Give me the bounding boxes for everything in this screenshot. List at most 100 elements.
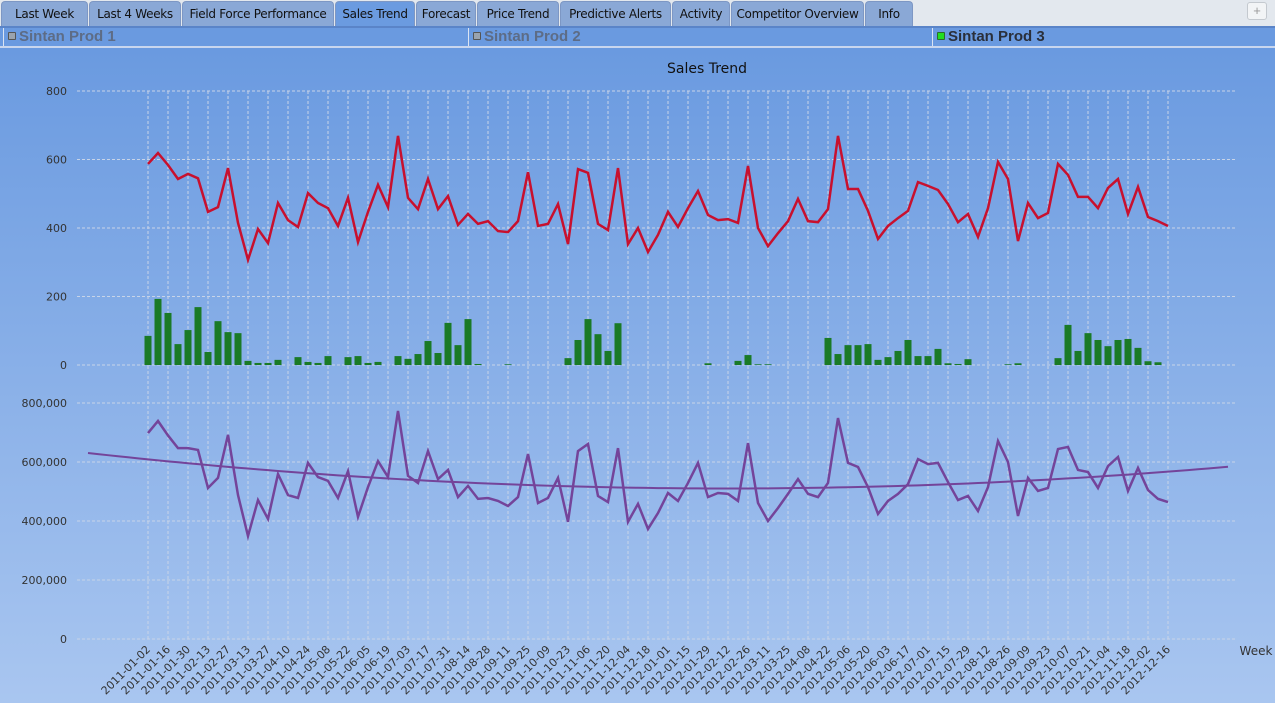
checkbox-icon — [8, 32, 16, 40]
chart-title: Sales Trend — [667, 61, 747, 77]
bar — [564, 358, 572, 365]
bar — [1134, 347, 1142, 365]
bar — [854, 345, 862, 365]
bar — [454, 345, 462, 365]
bar — [1104, 346, 1112, 365]
bar — [434, 353, 442, 365]
checkbox-icon — [937, 32, 945, 40]
bar — [894, 350, 902, 365]
bar — [164, 312, 172, 365]
tab-info[interactable]: Info — [865, 1, 913, 26]
bar — [1114, 339, 1122, 365]
bar — [934, 348, 942, 365]
bar — [214, 321, 222, 365]
tab-last-4-weeks[interactable]: Last 4 Weeks — [89, 1, 181, 26]
bar — [424, 341, 432, 365]
units-line — [147, 135, 1169, 265]
product-item-1[interactable]: Sintan Prod 1 — [3, 28, 468, 46]
bar — [294, 357, 302, 365]
bar — [1124, 338, 1132, 365]
bar — [1154, 362, 1162, 365]
tab-forecast[interactable]: Forecast — [416, 1, 476, 26]
bar — [904, 339, 912, 365]
bar — [344, 357, 352, 365]
bar — [244, 360, 252, 365]
product-label: Sintan Prod 2 — [484, 28, 581, 45]
bar — [474, 363, 482, 365]
bar — [594, 334, 602, 365]
bar — [754, 364, 762, 365]
bar — [704, 363, 712, 365]
bar — [574, 339, 582, 365]
y-tick-label: 200,000 — [22, 574, 68, 587]
y-tick-label: 800 — [46, 85, 67, 98]
bar — [264, 362, 272, 365]
bar — [614, 323, 622, 365]
bar — [204, 351, 212, 365]
bar — [764, 364, 772, 365]
tab-predictive-alerts[interactable]: Predictive Alerts — [560, 1, 671, 26]
add-tab-button[interactable]: + — [1247, 2, 1267, 20]
tab-price-trend[interactable]: Price Trend — [477, 1, 559, 26]
tab-last-week[interactable]: Last Week — [1, 1, 88, 26]
y-tick-label: 400,000 — [22, 515, 68, 528]
bar — [1074, 350, 1082, 365]
bar — [154, 298, 162, 365]
bar — [914, 356, 922, 365]
product-label: Sintan Prod 3 — [948, 28, 1045, 45]
bar — [874, 359, 882, 365]
bar — [1144, 361, 1152, 365]
tab-competitor-overview[interactable]: Competitor Overview — [731, 1, 864, 26]
chart-area: Week 0 200 400 600 800 0 200,000 400,000 600,000… — [0, 48, 1275, 703]
bar — [354, 356, 362, 365]
bar — [584, 319, 592, 365]
bar — [1094, 339, 1102, 365]
bar — [394, 356, 402, 365]
tab-bar: Last Week Last 4 Weeks Field Force Perform… — [0, 0, 1275, 26]
bar — [234, 333, 242, 365]
y-tick-label: 0 — [60, 633, 67, 646]
bar — [144, 335, 152, 365]
bar — [174, 344, 182, 365]
bar — [734, 360, 742, 365]
bar — [184, 330, 192, 365]
y-tick-label: 0 — [60, 359, 67, 372]
y-tick-label: 600,000 — [22, 456, 68, 469]
bar — [414, 354, 422, 365]
bar — [274, 359, 282, 365]
tab-activity[interactable]: Activity — [672, 1, 730, 26]
bar — [314, 362, 322, 365]
bar — [324, 356, 332, 365]
y-tick-label: 400 — [46, 222, 67, 235]
bar — [304, 361, 312, 365]
bar — [944, 363, 952, 365]
bar — [224, 332, 232, 365]
tab-field-force-performance[interactable]: Field Force Performance — [182, 1, 334, 26]
tab-sales-trend[interactable]: Sales Trend — [335, 1, 415, 26]
product-item-2[interactable]: Sintan Prod 2 — [468, 28, 932, 46]
bar — [844, 345, 852, 365]
bar — [464, 319, 472, 365]
product-label: Sintan Prod 1 — [19, 28, 116, 45]
product-item-3[interactable]: Sintan Prod 3 — [932, 28, 1275, 46]
bar — [954, 363, 962, 365]
bar — [364, 362, 372, 365]
bar — [824, 337, 832, 365]
bar — [884, 357, 892, 365]
bar — [404, 358, 412, 365]
y-tick-label: 200 — [46, 291, 67, 304]
bar — [964, 359, 972, 365]
bar — [924, 356, 932, 365]
bar — [1084, 333, 1092, 365]
bar — [504, 364, 512, 365]
bar — [744, 355, 752, 365]
bar — [194, 307, 202, 365]
bar — [1014, 363, 1022, 365]
bar — [1064, 324, 1072, 365]
bar — [604, 350, 612, 365]
y-tick-label: 600 — [46, 154, 67, 167]
x-axis-label: Week — [1240, 644, 1273, 658]
product-selector-bar: Sintan Prod 1 Sintan Prod 2 Sintan Prod … — [0, 26, 1275, 48]
bar — [254, 362, 262, 365]
bar — [834, 354, 842, 365]
